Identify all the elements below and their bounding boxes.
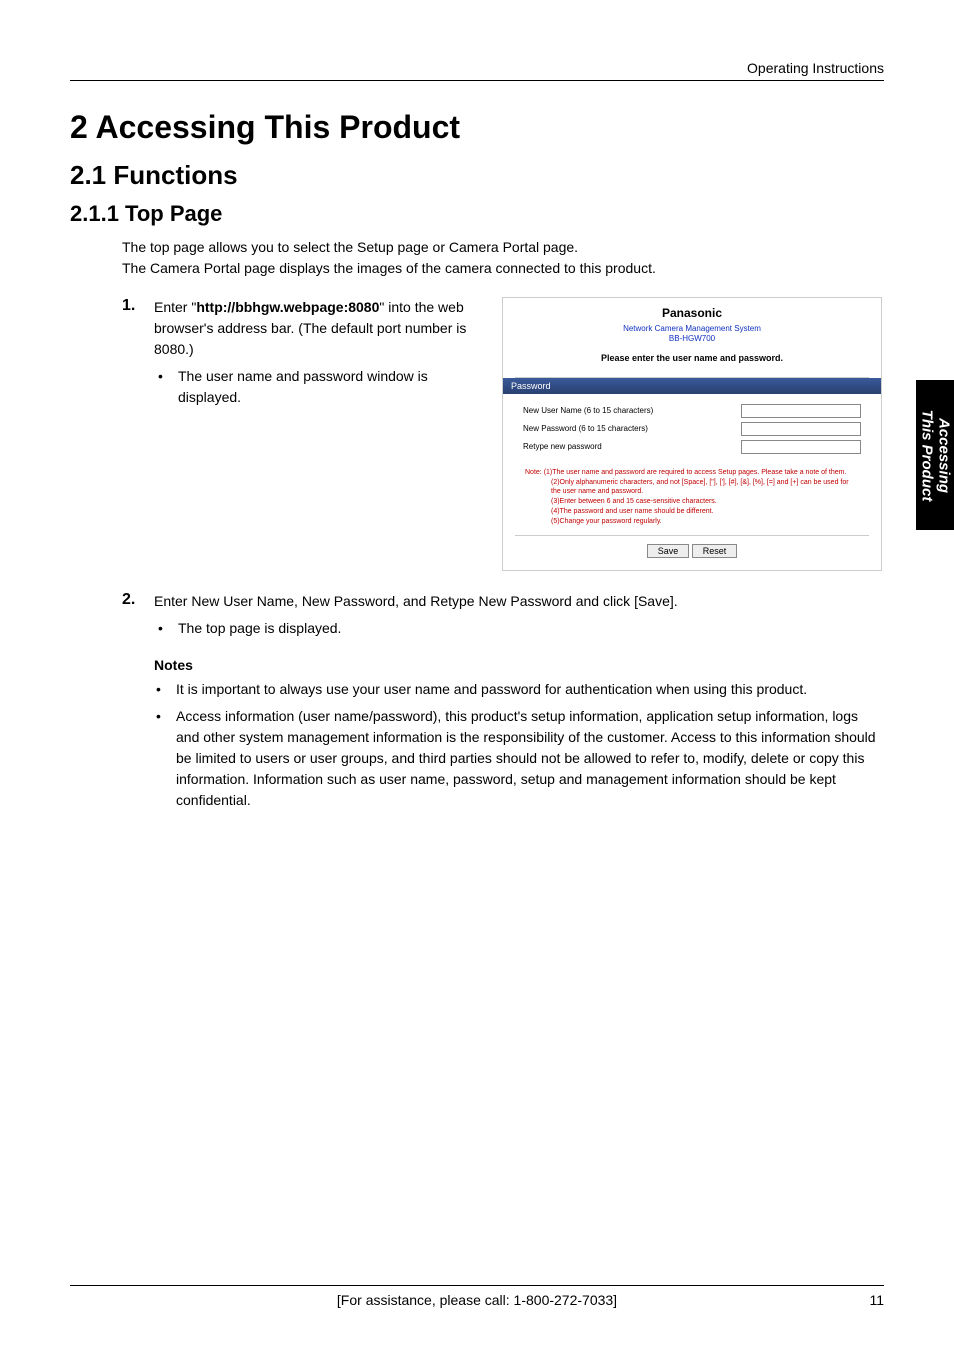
footer-rule (70, 1285, 884, 1286)
new-username-label: New User Name (6 to 15 characters) (523, 406, 653, 415)
shot-notes: Note: (1)The user name and password are … (503, 464, 881, 535)
new-username-input[interactable] (741, 404, 861, 418)
reset-button[interactable]: Reset (692, 544, 738, 558)
retype-password-input[interactable] (741, 440, 861, 454)
shot-brand: Panasonic (503, 306, 881, 320)
field-row: Retype new password (523, 440, 861, 454)
shot-password-bar: Password (503, 378, 881, 394)
step-item: 2. Enter New User Name, New Password, an… (122, 591, 884, 639)
page-number: 11 (869, 1292, 884, 1308)
password-dialog-screenshot: Panasonic Network Camera Management Syst… (502, 297, 882, 571)
chapter-title: 2 Accessing This Product (70, 109, 884, 146)
shot-prompt: Please enter the user name and password. (503, 353, 881, 363)
step-number: 1. (122, 297, 154, 408)
step-number: 2. (122, 591, 154, 639)
field-row: New Password (6 to 15 characters) (523, 422, 861, 436)
retype-password-label: Retype new password (523, 442, 602, 451)
subsection-title: 2.1.1 Top Page (70, 201, 884, 227)
header-rule (70, 80, 884, 81)
note-item: Access information (user name/password),… (154, 706, 884, 811)
step1-sub: The user name and password window is dis… (154, 366, 482, 408)
note-item: It is important to always use your user … (154, 679, 884, 700)
new-password-label: New Password (6 to 15 characters) (523, 424, 648, 433)
step1-before: Enter " (154, 299, 196, 315)
new-password-input[interactable] (741, 422, 861, 436)
running-header: Operating Instructions (70, 60, 884, 76)
section-title: 2.1 Functions (70, 160, 884, 191)
notes-heading: Notes (154, 657, 884, 673)
step2-sub: The top page is displayed. (154, 618, 884, 639)
tab-line2: This Product (919, 409, 936, 501)
field-row: New User Name (6 to 15 characters) (523, 404, 861, 418)
step-item: 1. Enter "http://bbhgw.webpage:8080" int… (122, 297, 482, 408)
step2-text: Enter New User Name, New Password, and R… (154, 593, 678, 609)
thumb-tab: Accessing This Product (916, 380, 954, 530)
step1-url: http://bbhgw.webpage:8080 (196, 299, 379, 315)
tab-line1: Accessing (936, 417, 953, 492)
shot-product-link: Network Camera Management SystemBB-HGW70… (503, 324, 881, 345)
footer-assist: [For assistance, please call: 1-800-272-… (337, 1292, 617, 1308)
save-button[interactable]: Save (647, 544, 690, 558)
intro-text: The top page allows you to select the Se… (122, 237, 884, 279)
